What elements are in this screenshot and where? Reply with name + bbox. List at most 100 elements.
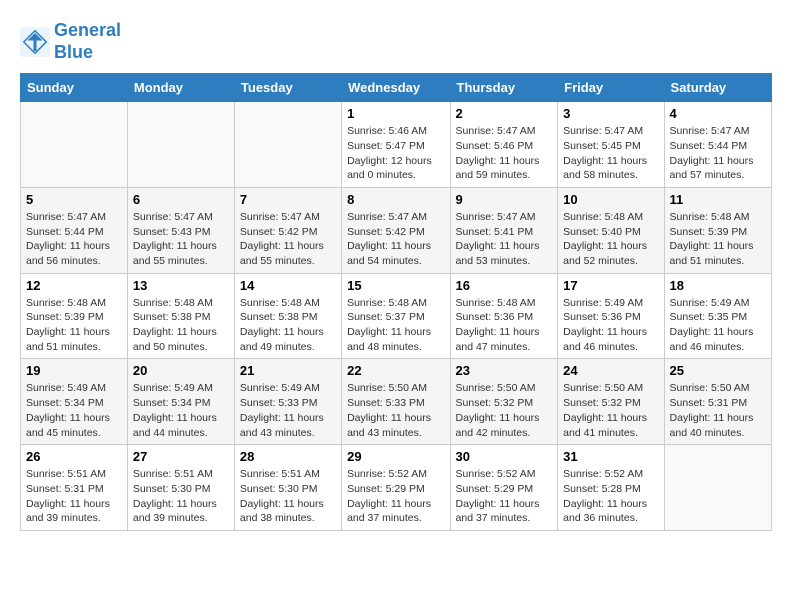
day-info: Sunrise: 5:47 AMSunset: 5:46 PMDaylight:… (456, 124, 553, 183)
weekday-header: Friday (558, 74, 664, 102)
page-header: General Blue (20, 20, 772, 63)
day-number: 11 (670, 192, 766, 207)
calendar-cell: 9 Sunrise: 5:47 AMSunset: 5:41 PMDayligh… (450, 187, 558, 273)
calendar-week-row: 26 Sunrise: 5:51 AMSunset: 5:31 PMDaylig… (21, 445, 772, 531)
weekday-header: Sunday (21, 74, 128, 102)
calendar-cell: 20 Sunrise: 5:49 AMSunset: 5:34 PMDaylig… (127, 359, 234, 445)
calendar-cell: 2 Sunrise: 5:47 AMSunset: 5:46 PMDayligh… (450, 102, 558, 188)
day-info: Sunrise: 5:47 AMSunset: 5:45 PMDaylight:… (563, 124, 658, 183)
calendar-cell: 12 Sunrise: 5:48 AMSunset: 5:39 PMDaylig… (21, 273, 128, 359)
day-info: Sunrise: 5:49 AMSunset: 5:34 PMDaylight:… (26, 381, 122, 440)
day-info: Sunrise: 5:48 AMSunset: 5:37 PMDaylight:… (347, 296, 444, 355)
calendar-cell: 30 Sunrise: 5:52 AMSunset: 5:29 PMDaylig… (450, 445, 558, 531)
calendar-cell: 18 Sunrise: 5:49 AMSunset: 5:35 PMDaylig… (664, 273, 771, 359)
day-info: Sunrise: 5:48 AMSunset: 5:39 PMDaylight:… (26, 296, 122, 355)
calendar-week-row: 19 Sunrise: 5:49 AMSunset: 5:34 PMDaylig… (21, 359, 772, 445)
day-info: Sunrise: 5:50 AMSunset: 5:31 PMDaylight:… (670, 381, 766, 440)
day-number: 15 (347, 278, 444, 293)
day-number: 13 (133, 278, 229, 293)
day-number: 28 (240, 449, 336, 464)
day-info: Sunrise: 5:52 AMSunset: 5:29 PMDaylight:… (456, 467, 553, 526)
calendar-cell: 24 Sunrise: 5:50 AMSunset: 5:32 PMDaylig… (558, 359, 664, 445)
day-number: 30 (456, 449, 553, 464)
day-number: 22 (347, 363, 444, 378)
weekday-header: Monday (127, 74, 234, 102)
day-info: Sunrise: 5:49 AMSunset: 5:33 PMDaylight:… (240, 381, 336, 440)
day-number: 5 (26, 192, 122, 207)
logo-text: General Blue (54, 20, 121, 63)
day-info: Sunrise: 5:47 AMSunset: 5:42 PMDaylight:… (347, 210, 444, 269)
day-info: Sunrise: 5:48 AMSunset: 5:40 PMDaylight:… (563, 210, 658, 269)
calendar-cell: 3 Sunrise: 5:47 AMSunset: 5:45 PMDayligh… (558, 102, 664, 188)
day-info: Sunrise: 5:48 AMSunset: 5:36 PMDaylight:… (456, 296, 553, 355)
calendar-cell: 15 Sunrise: 5:48 AMSunset: 5:37 PMDaylig… (342, 273, 450, 359)
calendar-cell: 5 Sunrise: 5:47 AMSunset: 5:44 PMDayligh… (21, 187, 128, 273)
calendar-week-row: 5 Sunrise: 5:47 AMSunset: 5:44 PMDayligh… (21, 187, 772, 273)
day-number: 1 (347, 106, 444, 121)
calendar-cell: 1 Sunrise: 5:46 AMSunset: 5:47 PMDayligh… (342, 102, 450, 188)
day-info: Sunrise: 5:50 AMSunset: 5:33 PMDaylight:… (347, 381, 444, 440)
calendar-cell (21, 102, 128, 188)
calendar-cell: 6 Sunrise: 5:47 AMSunset: 5:43 PMDayligh… (127, 187, 234, 273)
calendar-cell: 19 Sunrise: 5:49 AMSunset: 5:34 PMDaylig… (21, 359, 128, 445)
day-number: 10 (563, 192, 658, 207)
day-number: 6 (133, 192, 229, 207)
calendar-cell (234, 102, 341, 188)
weekday-header: Thursday (450, 74, 558, 102)
calendar-week-row: 1 Sunrise: 5:46 AMSunset: 5:47 PMDayligh… (21, 102, 772, 188)
day-info: Sunrise: 5:47 AMSunset: 5:41 PMDaylight:… (456, 210, 553, 269)
day-number: 19 (26, 363, 122, 378)
day-info: Sunrise: 5:51 AMSunset: 5:30 PMDaylight:… (240, 467, 336, 526)
day-number: 7 (240, 192, 336, 207)
day-number: 24 (563, 363, 658, 378)
day-number: 18 (670, 278, 766, 293)
weekday-header: Tuesday (234, 74, 341, 102)
logo-icon (20, 27, 50, 57)
calendar-week-row: 12 Sunrise: 5:48 AMSunset: 5:39 PMDaylig… (21, 273, 772, 359)
day-info: Sunrise: 5:48 AMSunset: 5:38 PMDaylight:… (240, 296, 336, 355)
day-info: Sunrise: 5:47 AMSunset: 5:44 PMDaylight:… (26, 210, 122, 269)
calendar-cell: 17 Sunrise: 5:49 AMSunset: 5:36 PMDaylig… (558, 273, 664, 359)
day-number: 2 (456, 106, 553, 121)
day-number: 4 (670, 106, 766, 121)
calendar-cell (127, 102, 234, 188)
day-info: Sunrise: 5:50 AMSunset: 5:32 PMDaylight:… (563, 381, 658, 440)
day-info: Sunrise: 5:52 AMSunset: 5:29 PMDaylight:… (347, 467, 444, 526)
calendar-cell: 7 Sunrise: 5:47 AMSunset: 5:42 PMDayligh… (234, 187, 341, 273)
day-number: 17 (563, 278, 658, 293)
day-number: 9 (456, 192, 553, 207)
day-number: 14 (240, 278, 336, 293)
day-number: 23 (456, 363, 553, 378)
day-number: 31 (563, 449, 658, 464)
day-info: Sunrise: 5:48 AMSunset: 5:38 PMDaylight:… (133, 296, 229, 355)
logo: General Blue (20, 20, 121, 63)
calendar-cell: 27 Sunrise: 5:51 AMSunset: 5:30 PMDaylig… (127, 445, 234, 531)
day-info: Sunrise: 5:47 AMSunset: 5:44 PMDaylight:… (670, 124, 766, 183)
calendar-header-row: SundayMondayTuesdayWednesdayThursdayFrid… (21, 74, 772, 102)
calendar-cell: 4 Sunrise: 5:47 AMSunset: 5:44 PMDayligh… (664, 102, 771, 188)
calendar-cell: 8 Sunrise: 5:47 AMSunset: 5:42 PMDayligh… (342, 187, 450, 273)
day-number: 8 (347, 192, 444, 207)
day-number: 26 (26, 449, 122, 464)
weekday-header: Wednesday (342, 74, 450, 102)
day-info: Sunrise: 5:49 AMSunset: 5:36 PMDaylight:… (563, 296, 658, 355)
day-info: Sunrise: 5:50 AMSunset: 5:32 PMDaylight:… (456, 381, 553, 440)
day-number: 25 (670, 363, 766, 378)
day-number: 16 (456, 278, 553, 293)
calendar-cell: 25 Sunrise: 5:50 AMSunset: 5:31 PMDaylig… (664, 359, 771, 445)
day-info: Sunrise: 5:51 AMSunset: 5:30 PMDaylight:… (133, 467, 229, 526)
calendar-cell: 26 Sunrise: 5:51 AMSunset: 5:31 PMDaylig… (21, 445, 128, 531)
calendar-cell: 16 Sunrise: 5:48 AMSunset: 5:36 PMDaylig… (450, 273, 558, 359)
calendar-cell: 14 Sunrise: 5:48 AMSunset: 5:38 PMDaylig… (234, 273, 341, 359)
calendar-cell: 29 Sunrise: 5:52 AMSunset: 5:29 PMDaylig… (342, 445, 450, 531)
calendar-cell: 21 Sunrise: 5:49 AMSunset: 5:33 PMDaylig… (234, 359, 341, 445)
day-info: Sunrise: 5:47 AMSunset: 5:42 PMDaylight:… (240, 210, 336, 269)
day-info: Sunrise: 5:49 AMSunset: 5:35 PMDaylight:… (670, 296, 766, 355)
weekday-header: Saturday (664, 74, 771, 102)
day-number: 12 (26, 278, 122, 293)
calendar-cell: 22 Sunrise: 5:50 AMSunset: 5:33 PMDaylig… (342, 359, 450, 445)
calendar-cell (664, 445, 771, 531)
day-number: 20 (133, 363, 229, 378)
day-info: Sunrise: 5:48 AMSunset: 5:39 PMDaylight:… (670, 210, 766, 269)
day-info: Sunrise: 5:51 AMSunset: 5:31 PMDaylight:… (26, 467, 122, 526)
